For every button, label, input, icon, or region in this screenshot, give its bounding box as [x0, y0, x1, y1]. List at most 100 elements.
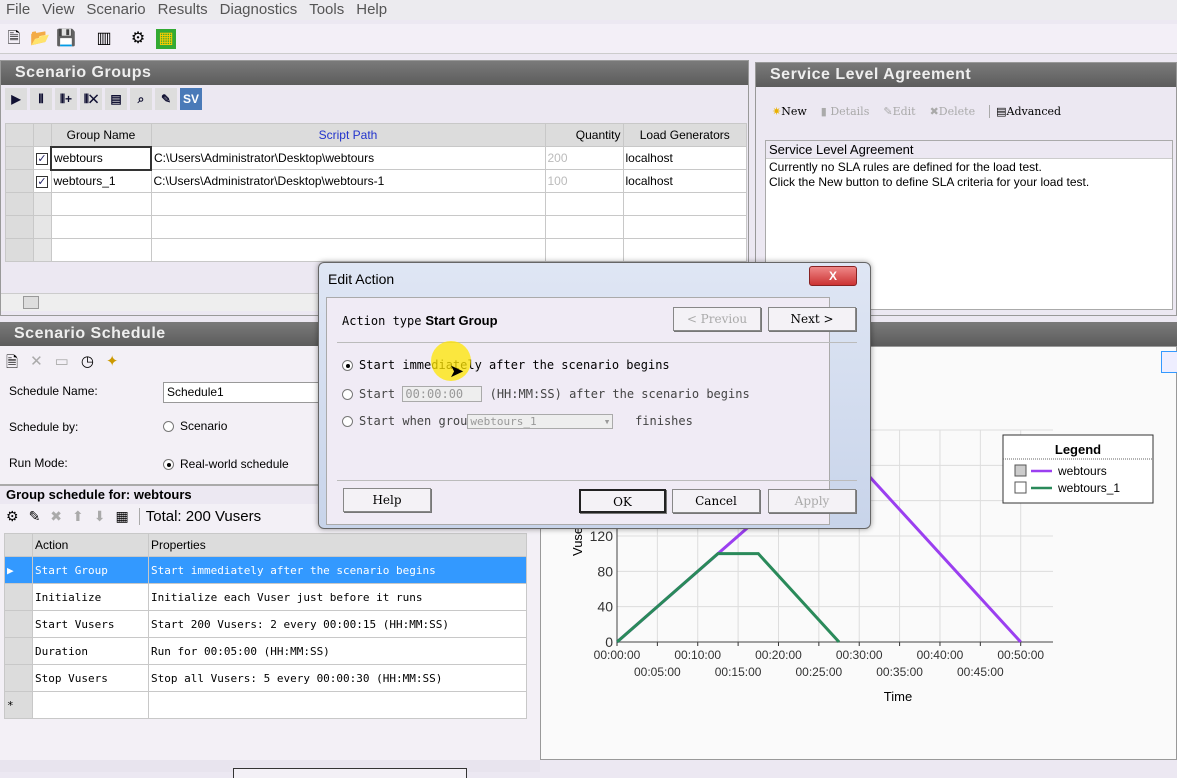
new-scenario-icon[interactable]: 🗎 — [4, 29, 24, 49]
action-row[interactable]: Initialize Initialize each Vuser just bef… — [4, 583, 527, 611]
run-icon[interactable]: ⚙ — [128, 29, 148, 49]
col-header[interactable]: Script Path — [150, 123, 546, 147]
menu-scenario[interactable]: Scenario — [80, 0, 151, 20]
delete-icon[interactable]: ✕ — [30, 352, 43, 377]
table-row[interactable]: ✓ webtours C:\Users\Administrator\Desktop\… — [5, 145, 747, 171]
col-header: Properties — [148, 533, 527, 557]
sla-delete-button[interactable]: ✖Delete — [930, 105, 976, 118]
quantity[interactable]: 100 — [544, 169, 624, 193]
previous-button[interactable]: < Previou — [673, 307, 761, 331]
play-icon[interactable]: ▶ — [5, 88, 27, 110]
menu-help[interactable]: Help — [350, 0, 393, 20]
x-tick-label: 00:40:00 — [917, 648, 964, 662]
action-properties[interactable]: Start 200 Vusers: 2 every 00:00:15 (HH:M… — [148, 610, 527, 638]
sla-edit-button[interactable]: ✎Edit — [883, 105, 915, 118]
y-tick-label: 0 — [605, 634, 613, 650]
move-down-icon[interactable]: ⬇ — [94, 508, 106, 525]
action-name[interactable]: Stop Vusers — [32, 664, 149, 692]
menu-diagnostics[interactable]: Diagnostics — [214, 0, 304, 20]
menu-tools[interactable]: Tools — [303, 0, 350, 20]
rename-icon[interactable]: ▭ — [55, 352, 69, 377]
open-icon[interactable]: 📂 — [30, 29, 50, 49]
save-icon[interactable]: 💾 — [56, 29, 76, 49]
action-name[interactable]: Start Group — [32, 556, 149, 584]
edit-script-icon[interactable]: ✎ — [155, 88, 177, 110]
help-button[interactable]: Help — [343, 488, 431, 512]
view-script-icon[interactable]: ⌕ — [130, 88, 152, 110]
group-select[interactable]: webtours_1 ▾ — [467, 414, 614, 429]
real-world-radio[interactable]: Real-world schedule — [163, 457, 289, 471]
action-properties[interactable]: Run for 00:05:00 (HH:MM:SS) — [148, 637, 527, 665]
action-row[interactable]: Duration Run for 00:05:00 (HH:MM:SS) — [4, 637, 527, 665]
total-vusers: Total: 200 Vusers — [138, 508, 261, 525]
main-toolbar: 🗎 📂 💾 ▥ ⚙ ▦ — [0, 24, 1177, 54]
action-name[interactable]: Initialize — [32, 583, 149, 611]
sv-icon[interactable]: SV — [180, 88, 202, 110]
sla-details-button[interactable]: ▮ Details — [821, 105, 870, 118]
action-name[interactable]: Duration — [32, 637, 149, 665]
sla-advanced-button[interactable]: ▤Advanced — [989, 105, 1061, 118]
x-tick-label: 00:20:00 — [755, 648, 802, 662]
grid-view-icon[interactable]: ▦ — [116, 508, 129, 525]
menu-view[interactable]: View — [36, 0, 80, 20]
group-name[interactable]: webtours — [50, 145, 152, 171]
edit-action-icon[interactable]: ✎ — [29, 508, 41, 525]
load-generator[interactable]: localhost — [622, 169, 747, 193]
apply-button[interactable]: Apply — [768, 489, 856, 513]
action-row[interactable]: Start Vusers Start 200 Vusers: 2 every 00… — [4, 610, 527, 638]
action-name[interactable]: Start Vusers — [32, 610, 149, 638]
x-tick-label: 00:15:00 — [715, 665, 762, 679]
analysis-icon[interactable]: ▦ — [156, 29, 176, 49]
col-header[interactable]: Load Generators — [622, 123, 747, 147]
enable-checkbox[interactable]: ✓ — [36, 176, 48, 188]
schedule-by-scenario-radio[interactable]: Scenario — [163, 419, 227, 433]
add-action-icon[interactable]: ⚙ — [6, 508, 19, 525]
new-icon: ✷ — [772, 105, 782, 118]
menu-file[interactable]: File — [0, 0, 36, 20]
start-delay-radio[interactable]: Start 00:00:00 (HH:MM:SS) after the scen… — [342, 386, 750, 402]
enable-checkbox[interactable]: ✓ — [36, 153, 48, 165]
add-vusers-icon[interactable]: ⫴+ — [55, 88, 77, 110]
start-immediately-radio[interactable]: Start immediately after the scenario beg… — [342, 358, 670, 372]
delete-icon: ✖ — [929, 105, 939, 118]
sla-new-button[interactable]: ✷New — [772, 105, 807, 118]
remove-vusers-icon[interactable]: ⫴✕ — [80, 88, 102, 110]
action-properties[interactable]: Initialize each Vuser just before it run… — [148, 583, 527, 611]
action-row[interactable]: ▶ Start Group Start immediately after the … — [4, 556, 527, 584]
timer-icon[interactable]: ◷ — [81, 352, 94, 377]
sla-box-title: Service Level Agreement — [766, 141, 1172, 159]
vusers-icon[interactable]: ⫴ — [30, 88, 52, 110]
col-header[interactable]: Group Name — [50, 123, 152, 147]
new-schedule-icon[interactable]: 🗎 — [6, 352, 18, 377]
close-button[interactable]: X — [809, 266, 857, 286]
load-generator[interactable]: localhost — [622, 146, 747, 170]
group-name[interactable]: webtours_1 — [50, 169, 152, 193]
load-generators-icon[interactable]: ▥ — [94, 29, 114, 49]
action-properties[interactable]: Start immediately after the scenario beg… — [148, 556, 527, 584]
col-header[interactable]: Quantity — [544, 123, 624, 147]
menu-results[interactable]: Results — [152, 0, 214, 20]
next-button[interactable]: Next > — [768, 307, 856, 331]
x-axis-label: Time — [884, 689, 912, 704]
table-row[interactable]: ✓ webtours_1 C:\Users\Administrator\Deskto… — [5, 169, 747, 193]
ok-button[interactable]: OK — [579, 489, 666, 513]
cancel-button[interactable]: Cancel — [672, 489, 760, 513]
y-tick-label: 40 — [597, 599, 613, 615]
delay-time-input[interactable]: 00:00:00 — [402, 386, 483, 402]
y-tick-label: 80 — [597, 563, 613, 579]
action-type: Action type Start Group — [342, 313, 498, 328]
quantity[interactable]: 200 — [544, 146, 624, 170]
x-tick-label: 00:30:00 — [836, 648, 883, 662]
action-properties[interactable]: Stop all Vusers: 5 every 00:00:30 (HH:MM… — [148, 664, 527, 692]
move-up-icon[interactable]: ⬆ — [72, 508, 84, 525]
x-tick-label: 00:00:00 — [594, 648, 641, 662]
action-row[interactable]: Stop Vusers Stop all Vusers: 5 every 00:0… — [4, 664, 527, 692]
start-after-group-radio[interactable]: Start when grou webtours_1 ▾ finishes — [342, 414, 693, 429]
wizard-icon[interactable]: ✦ — [106, 352, 119, 377]
script-path[interactable]: C:\Users\Administrator\Desktop\webtours — [150, 146, 546, 170]
details-icon[interactable]: ▤ — [105, 88, 127, 110]
script-path[interactable]: C:\Users\Administrator\Desktop\webtours-… — [150, 169, 546, 193]
x-tick-label: 00:25:00 — [795, 665, 842, 679]
bottom-tab[interactable] — [233, 768, 467, 778]
delete-action-icon[interactable]: ✖ — [50, 508, 62, 525]
